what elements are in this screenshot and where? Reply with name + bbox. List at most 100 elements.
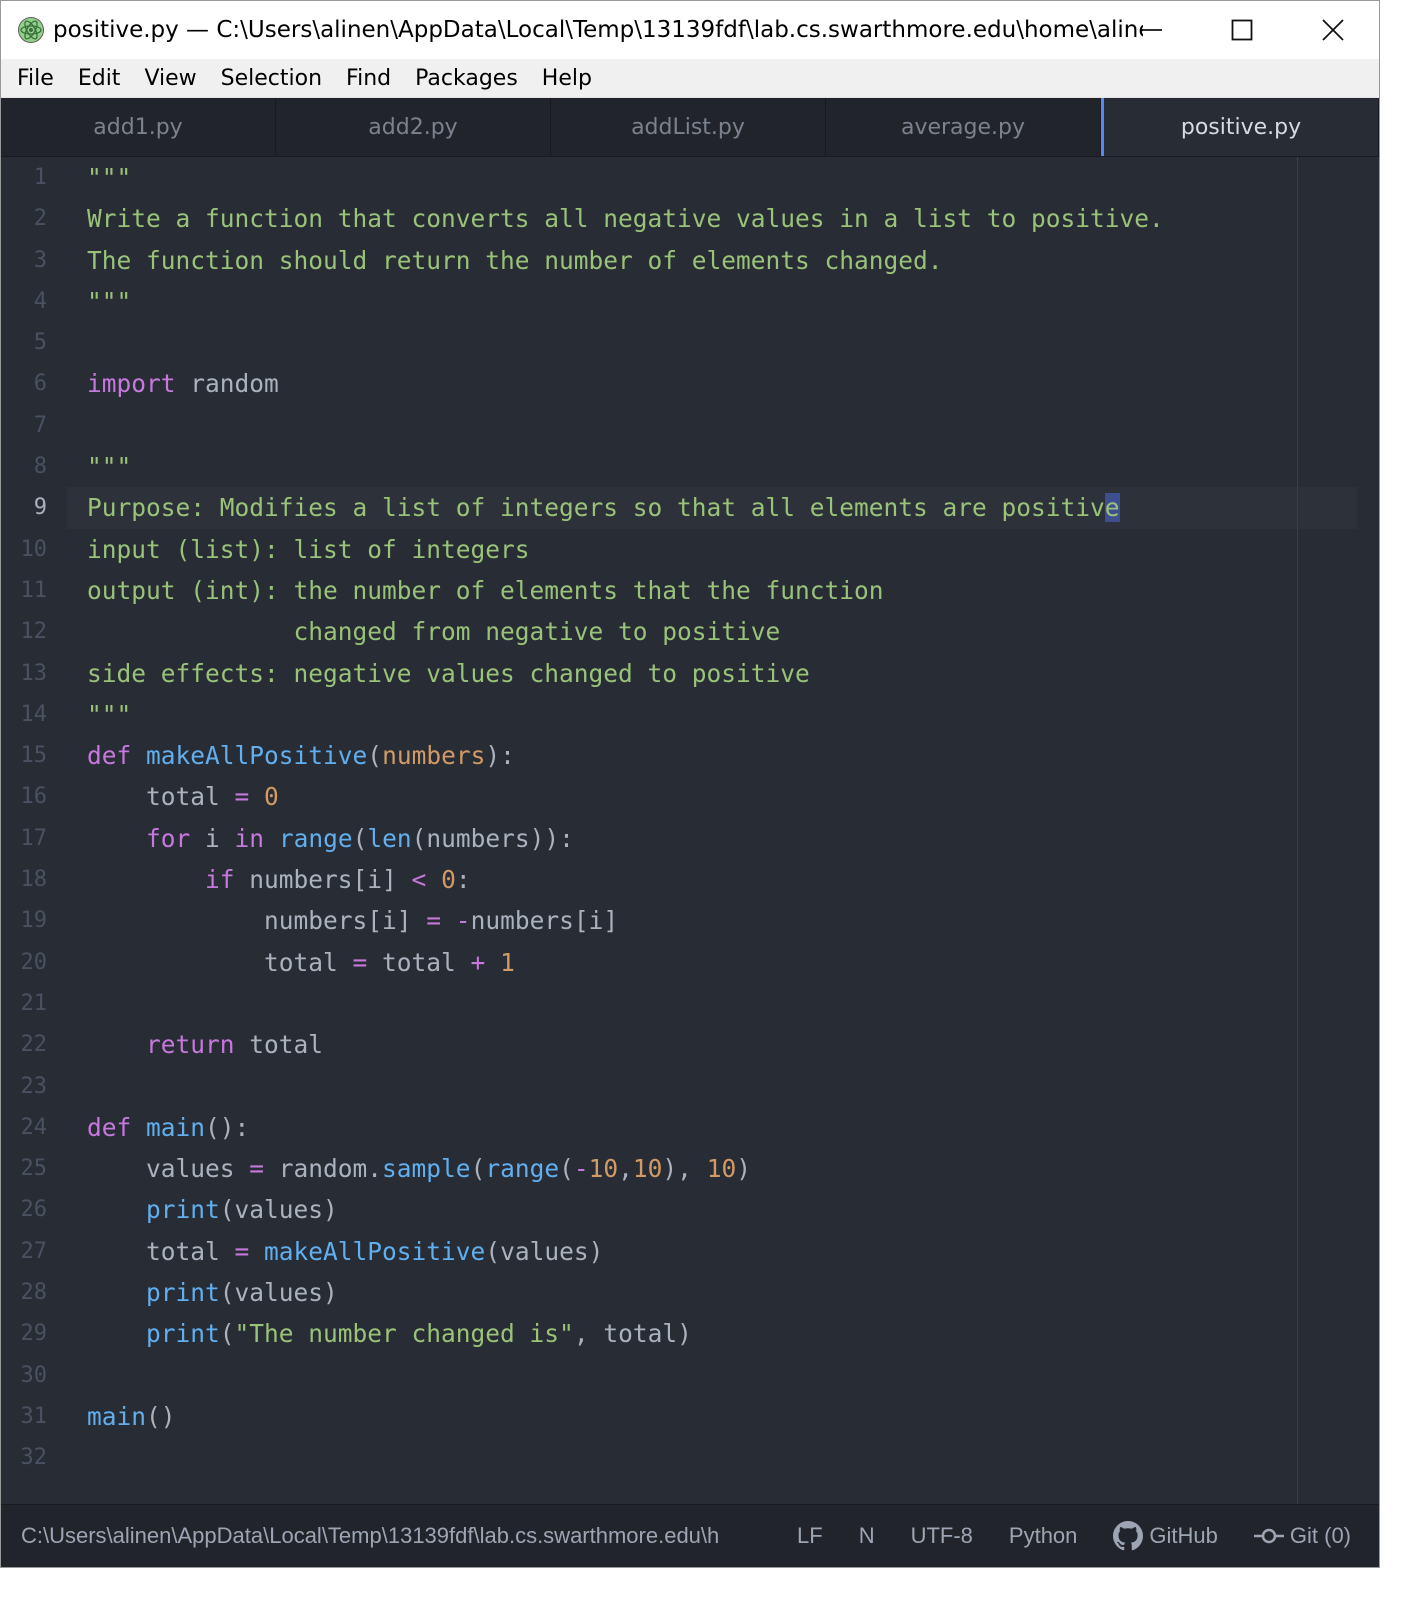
line-number[interactable]: 8 <box>1 446 61 487</box>
code-line[interactable]: Purpose: Modifies a list of integers so … <box>87 487 1359 528</box>
github-icon <box>1113 1521 1144 1551</box>
line-number[interactable]: 5 <box>1 322 61 363</box>
code-line[interactable]: total = makeAllPositive(values) <box>87 1231 1359 1272</box>
line-number[interactable]: 10 <box>1 529 61 570</box>
line-number[interactable]: 30 <box>1 1355 61 1396</box>
status-grammar[interactable]: Python <box>1009 1523 1078 1549</box>
line-number[interactable]: 16 <box>1 776 61 817</box>
line-number[interactable]: 13 <box>1 653 61 694</box>
menu-file[interactable]: File <box>5 66 66 91</box>
code-line[interactable] <box>87 405 1359 446</box>
code-line[interactable] <box>87 322 1359 363</box>
code-line[interactable]: changed from negative to positive <box>87 611 1359 652</box>
line-number[interactable]: 7 <box>1 405 61 446</box>
code-line[interactable] <box>87 1355 1359 1396</box>
tab-add1[interactable]: add1.py <box>1 98 276 156</box>
line-number[interactable]: 29 <box>1 1313 61 1354</box>
line-number[interactable]: 23 <box>1 1066 61 1107</box>
code-line[interactable]: The function should return the number of… <box>87 240 1359 281</box>
code-line[interactable]: side effects: negative values changed to… <box>87 653 1359 694</box>
code-line[interactable]: total = 0 <box>87 776 1359 817</box>
maximize-icon <box>1231 19 1253 41</box>
status-encoding[interactable]: UTF-8 <box>911 1523 973 1549</box>
line-number[interactable]: 11 <box>1 570 61 611</box>
line-number[interactable]: 3 <box>1 240 61 281</box>
menu-help[interactable]: Help <box>530 66 604 91</box>
tab-positive[interactable]: positive.py <box>1101 98 1379 156</box>
code-line[interactable]: print(values) <box>87 1189 1359 1230</box>
menu-view[interactable]: View <box>132 66 208 91</box>
close-icon <box>1322 19 1344 41</box>
line-number[interactable]: 14 <box>1 694 61 735</box>
atom-icon <box>18 17 44 43</box>
line-number[interactable]: 22 <box>1 1024 61 1065</box>
code-line[interactable]: main() <box>87 1396 1359 1437</box>
line-number[interactable]: 12 <box>1 611 61 652</box>
tab-average[interactable]: average.py <box>826 98 1101 156</box>
status-file-path[interactable]: C:\Users\alinen\AppData\Local\Temp\13139… <box>21 1523 761 1549</box>
code-text[interactable]: """ Write a function that converts all ne… <box>87 157 1359 1479</box>
menu-edit[interactable]: Edit <box>66 66 133 91</box>
menu-selection[interactable]: Selection <box>209 66 334 91</box>
status-indent[interactable]: N <box>859 1523 875 1549</box>
code-line[interactable]: numbers[i] = -numbers[i] <box>87 900 1359 941</box>
line-number[interactable]: 21 <box>1 983 61 1024</box>
window-title: positive.py — C:\Users\alinen\AppData\Lo… <box>53 17 1143 43</box>
line-number[interactable]: 28 <box>1 1272 61 1313</box>
line-number[interactable]: 20 <box>1 942 61 983</box>
code-line[interactable]: input (list): list of integers <box>87 529 1359 570</box>
line-number[interactable]: 32 <box>1 1437 61 1478</box>
code-line[interactable]: if numbers[i] < 0: <box>87 859 1359 900</box>
menu-find[interactable]: Find <box>334 66 403 91</box>
close-button[interactable] <box>1288 1 1378 59</box>
code-line[interactable] <box>87 983 1359 1024</box>
code-line[interactable]: Write a function that converts all negat… <box>87 198 1359 239</box>
code-line[interactable]: output (int): the number of elements tha… <box>87 570 1359 611</box>
line-number-gutter[interactable]: 1 2 3 4 5 6 7 8 9 10 11 12 13 14 15 16 17 18 19 20 21 22 23 24 2… <box>1 157 61 1479</box>
line-number[interactable]: 17 <box>1 818 61 859</box>
code-line[interactable]: """ <box>87 157 1359 198</box>
line-number[interactable]: 2 <box>1 198 61 239</box>
status-git[interactable]: Git (0) <box>1253 1523 1352 1549</box>
line-number[interactable]: 18 <box>1 859 61 900</box>
code-line[interactable]: def makeAllPositive(numbers): <box>87 735 1359 776</box>
line-number[interactable]: 15 <box>1 735 61 776</box>
menu-packages[interactable]: Packages <box>403 66 530 91</box>
code-editor[interactable]: 1 2 3 4 5 6 7 8 9 10 11 12 13 14 15 16 17 18 19 20 21 22 23 24 2… <box>1 157 1379 1507</box>
line-number[interactable]: 26 <box>1 1189 61 1230</box>
tab-add2[interactable]: add2.py <box>276 98 551 156</box>
status-line-ending[interactable]: LF <box>797 1523 823 1549</box>
tab-addlist[interactable]: addList.py <box>551 98 826 156</box>
minimize-button[interactable] <box>1107 1 1197 59</box>
line-number[interactable]: 24 <box>1 1107 61 1148</box>
line-number[interactable]: 25 <box>1 1148 61 1189</box>
code-line[interactable]: values = random.sample(range(-10,10), 10… <box>87 1148 1359 1189</box>
code-line[interactable]: return total <box>87 1024 1359 1065</box>
code-line[interactable]: total = total + 1 <box>87 942 1359 983</box>
maximize-button[interactable] <box>1197 1 1287 59</box>
code-line[interactable]: for i in range(len(numbers)): <box>87 818 1359 859</box>
code-line[interactable]: print(values) <box>87 1272 1359 1313</box>
git-label: Git (0) <box>1289 1523 1352 1548</box>
code-line[interactable] <box>87 1066 1359 1107</box>
code-line[interactable]: import random <box>87 363 1359 404</box>
line-number[interactable]: 4 <box>1 281 61 322</box>
atom-window: positive.py — C:\Users\alinen\AppData\Lo… <box>0 0 1380 1568</box>
line-number[interactable]: 27 <box>1 1231 61 1272</box>
line-number[interactable]: 6 <box>1 363 61 404</box>
code-line[interactable]: """ <box>87 694 1359 735</box>
git-commit-icon <box>1253 1528 1284 1544</box>
minimize-icon <box>1142 29 1162 31</box>
code-line[interactable]: """ <box>87 281 1359 322</box>
line-number[interactable]: 9 <box>1 487 61 528</box>
code-line[interactable]: """ <box>87 446 1359 487</box>
code-line[interactable]: def main(): <box>87 1107 1359 1148</box>
title-bar[interactable]: positive.py — C:\Users\alinen\AppData\Lo… <box>1 1 1379 59</box>
line-number[interactable]: 19 <box>1 900 61 941</box>
code-line[interactable] <box>87 1437 1359 1478</box>
line-number[interactable]: 1 <box>1 157 61 198</box>
menu-bar: File Edit View Selection Find Packages H… <box>1 59 1379 98</box>
code-line[interactable]: print("The number changed is", total) <box>87 1313 1359 1354</box>
status-github[interactable]: GitHub <box>1113 1521 1218 1551</box>
line-number[interactable]: 31 <box>1 1396 61 1437</box>
